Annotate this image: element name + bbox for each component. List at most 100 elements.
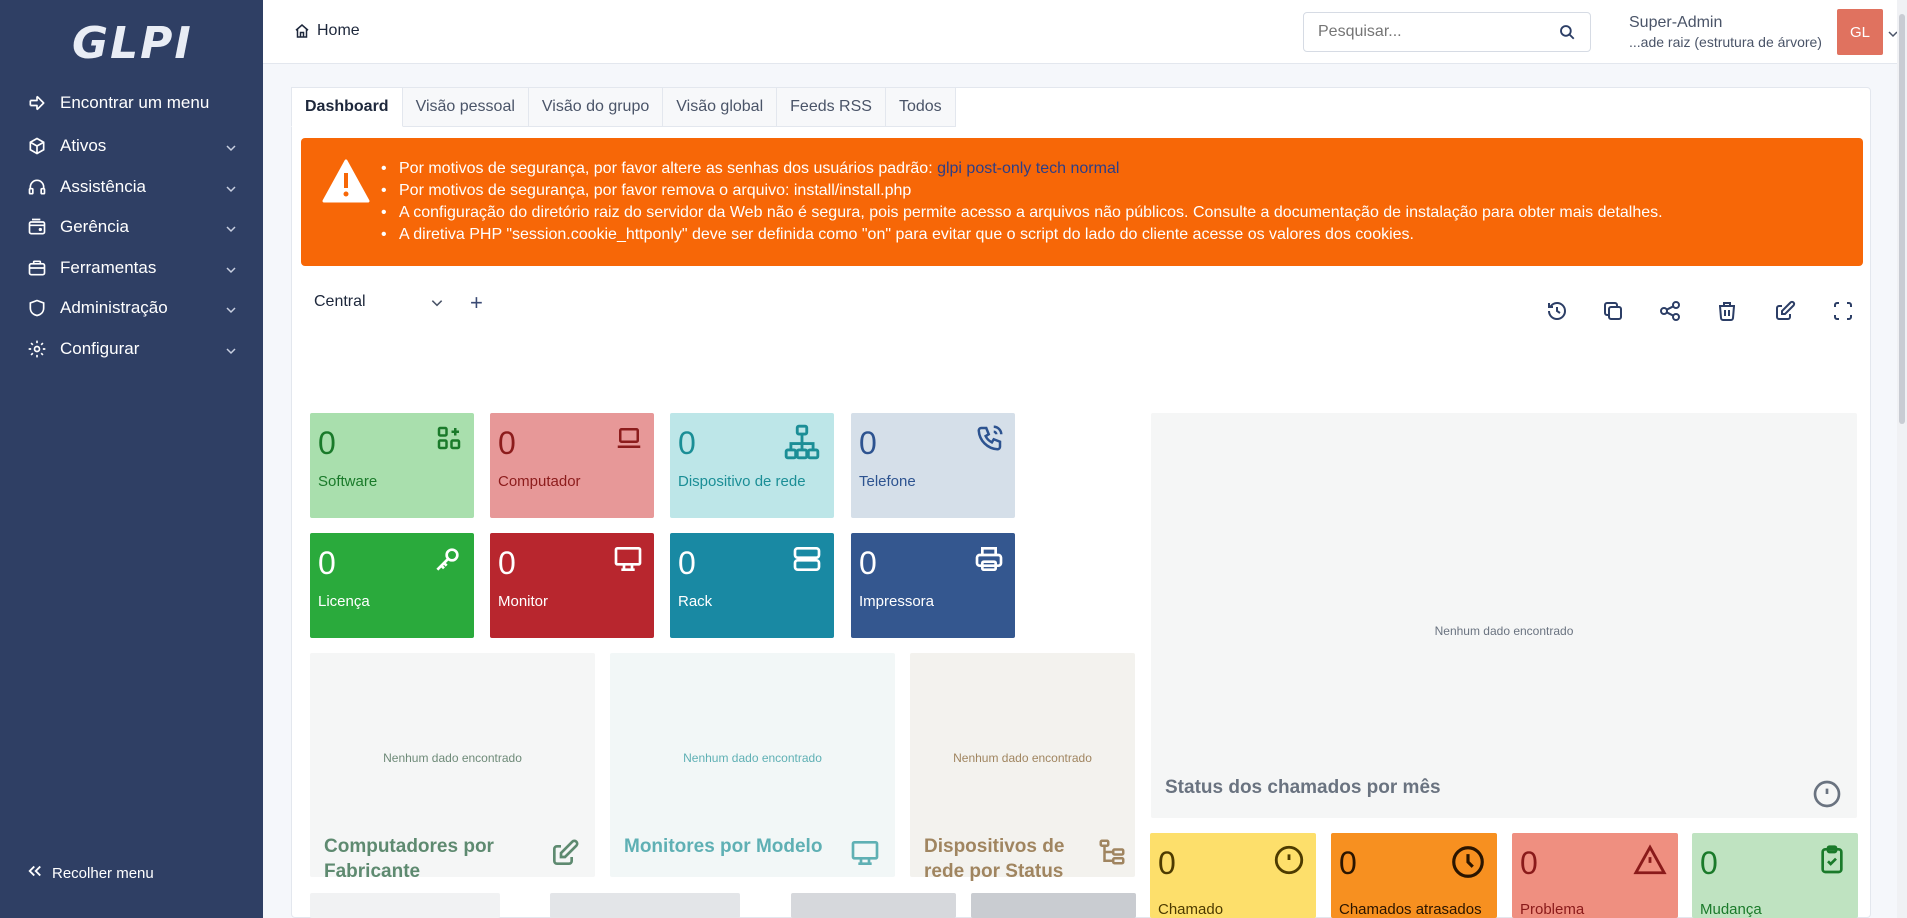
chevrons-left-icon	[26, 862, 44, 884]
sidebar-item-label: Assistência	[60, 177, 146, 196]
counter-value: 0	[678, 425, 696, 461]
user-name[interactable]: Super-Admin	[1629, 14, 1829, 32]
network-icon	[780, 423, 824, 466]
widget-dispositivos-rede-status[interactable]: Nenhum dado encontrado Dispositivos de r…	[910, 653, 1135, 882]
avatar[interactable]: GL	[1837, 9, 1883, 55]
alert-item: Por motivos de segurança, por favor remo…	[379, 180, 1663, 202]
apps-icon	[434, 423, 464, 458]
sidebar-item-label: Configurar	[60, 339, 140, 358]
chevron-down-icon	[225, 180, 237, 200]
scrollbar-thumb[interactable]	[1899, 14, 1905, 424]
sidebar-item-ferramentas[interactable]: Ferramentas	[0, 248, 263, 288]
tab-visao-do-grupo[interactable]: Visão do grupo	[528, 87, 664, 127]
monitor-icon	[612, 543, 644, 580]
alert-item: A configuração do diretório raiz do serv…	[379, 202, 1663, 224]
alert-text: Por motivos de segurança, por favor alte…	[399, 160, 938, 177]
sidebar: GLPI Encontrar um menu Ativos Assistênci…	[0, 0, 263, 918]
alert-item: A diretiva PHP "session.cookie_httponly"…	[379, 224, 1663, 246]
counter-card-computador[interactable]: 0 Computador	[490, 413, 654, 518]
counter-label: Chamado	[1158, 901, 1224, 918]
widget-title: Computadores por Fabricante	[324, 836, 494, 882]
breadcrumb[interactable]: Home	[293, 22, 360, 40]
counter-value: 0	[318, 425, 336, 461]
counter-label: Mudança	[1700, 901, 1762, 918]
share-button[interactable]	[1656, 297, 1684, 325]
edit-button[interactable]	[1771, 297, 1799, 325]
widget-partial[interactable]	[550, 893, 740, 918]
chevron-down-icon	[225, 301, 237, 321]
history-button[interactable]	[1543, 297, 1571, 325]
widget-partial[interactable]	[791, 893, 956, 918]
counter-card-problema[interactable]: 0 Problema	[1512, 833, 1678, 918]
counter-label: Rack	[678, 593, 713, 610]
clone-button[interactable]	[1599, 297, 1627, 325]
tab-visao-pessoal[interactable]: Visão pessoal	[402, 87, 529, 127]
search-icon[interactable]	[1558, 23, 1576, 46]
counter-card-dispositivo-de-rede[interactable]: 0 Dispositivo de rede	[670, 413, 834, 518]
default-users-links[interactable]: glpi post-only tech normal	[937, 160, 1119, 177]
widget-status-chamados-mes[interactable]: Nenhum dado encontrado Status dos chamad…	[1151, 413, 1857, 818]
counter-card-software[interactable]: 0 Software	[310, 413, 474, 518]
counter-card-impressora[interactable]: 0 Impressora	[851, 533, 1015, 638]
widget-computadores-fabricante[interactable]: Nenhum dado encontrado Computadores por …	[310, 653, 595, 882]
counter-card-chamados-atrasados[interactable]: 0 Chamados atrasados	[1331, 833, 1497, 918]
sidebar-item-ativos[interactable]: Ativos	[0, 126, 263, 166]
share-icon	[1660, 301, 1680, 321]
counter-label: Computador	[498, 473, 581, 490]
alert-circle-icon	[1272, 843, 1306, 882]
widget-partial[interactable]	[971, 893, 1136, 918]
briefcase-icon	[26, 257, 48, 279]
widget-monitores-modelo[interactable]: Nenhum dado encontrado Monitores por Mod…	[610, 653, 895, 877]
sidebar-item-assistencia[interactable]: Assistência	[0, 167, 263, 207]
search-box[interactable]	[1303, 12, 1591, 52]
no-data-text: Nenhum dado encontrado	[1434, 624, 1574, 638]
tab-visao-global[interactable]: Visão global	[663, 87, 778, 127]
chevron-down-icon	[225, 139, 237, 159]
counter-label: Telefone	[859, 473, 916, 490]
user-entity[interactable]: ...ade raiz (estrutura de árvore)	[1629, 34, 1829, 50]
counter-card-telefone[interactable]: 0 Telefone	[851, 413, 1015, 518]
sidebar-item-find-menu[interactable]: Encontrar um menu	[0, 83, 263, 123]
alert-triangle-icon	[1632, 843, 1668, 882]
search-input[interactable]	[1304, 13, 1534, 51]
counter-card-rack[interactable]: 0 Rack	[670, 533, 834, 638]
counter-label: Problema	[1520, 901, 1585, 918]
sidebar-item-label: Gerência	[60, 217, 129, 236]
counter-card-monitor[interactable]: 0 Monitor	[490, 533, 654, 638]
user-info[interactable]: Super-Admin ...ade raiz (estrutura de ár…	[1629, 14, 1829, 50]
glpi-logo[interactable]: GLPI	[72, 18, 193, 69]
sidebar-item-administracao[interactable]: Administração	[0, 288, 263, 328]
edit-icon	[549, 837, 581, 874]
gear-icon	[26, 338, 48, 360]
counter-value: 0	[678, 545, 696, 581]
collapse-menu-button[interactable]: Recolher menu	[26, 862, 154, 884]
counter-card-mudanca[interactable]: 0 Mudança	[1692, 833, 1858, 918]
printer-icon	[973, 543, 1005, 580]
dashboard-select[interactable]: Central	[306, 286, 456, 318]
sidebar-item-gerencia[interactable]: Gerência	[0, 207, 263, 247]
tab-dashboard[interactable]: Dashboard	[291, 87, 403, 127]
alert-item: Por motivos de segurança, por favor alte…	[379, 158, 1663, 180]
tab-bar: Dashboard Visão pessoal Visão do grupo V…	[291, 87, 956, 127]
tab-feeds-rss[interactable]: Feeds RSS	[777, 87, 886, 127]
sidebar-item-configurar[interactable]: Configurar	[0, 329, 263, 369]
add-dashboard-button[interactable]: +	[470, 290, 483, 316]
delete-button[interactable]	[1713, 297, 1741, 325]
fullscreen-button[interactable]	[1829, 297, 1857, 325]
counter-card-chamado[interactable]: 0 Chamado	[1150, 833, 1316, 918]
counter-value: 0	[1158, 845, 1176, 881]
chevron-down-icon	[225, 220, 237, 240]
clipboard-check-icon	[1816, 843, 1848, 882]
alert-triangle-icon	[321, 158, 371, 209]
tab-todos[interactable]: Todos	[885, 87, 956, 127]
counter-value: 0	[859, 545, 877, 581]
counter-card-licenca[interactable]: 0 Licença	[310, 533, 474, 638]
box-icon	[26, 135, 48, 157]
maximize-icon	[1834, 302, 1852, 320]
trash-icon	[1719, 302, 1735, 321]
tree-icon	[1097, 837, 1127, 872]
widget-partial[interactable]	[310, 893, 500, 918]
counter-label: Impressora	[859, 593, 935, 610]
breadcrumb-home[interactable]: Home	[317, 22, 360, 40]
alert-list: Por motivos de segurança, por favor alte…	[379, 158, 1663, 246]
